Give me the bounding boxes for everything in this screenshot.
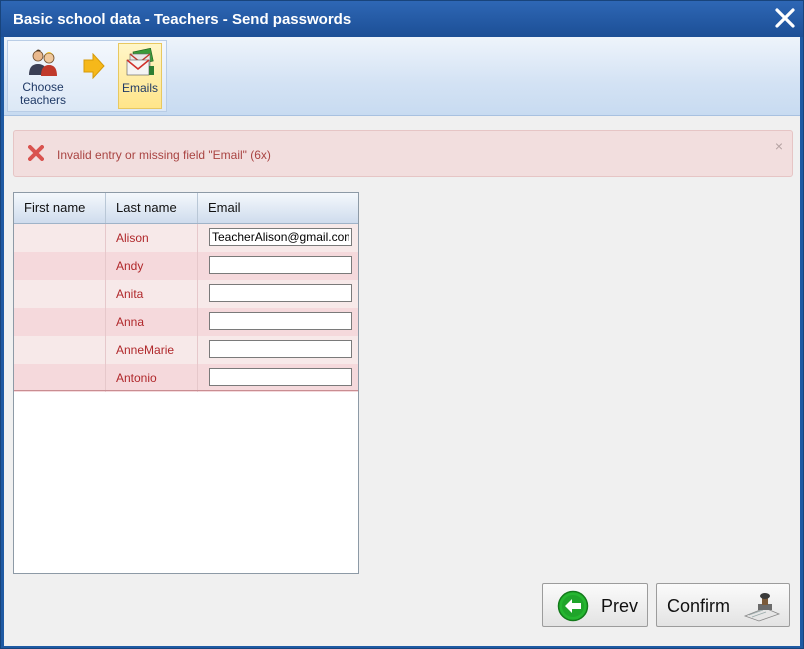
- table-row: Anna: [14, 308, 358, 336]
- email-input[interactable]: [209, 312, 352, 330]
- table-row: Andy: [14, 252, 358, 280]
- arrow-right-icon: [82, 52, 106, 84]
- back-arrow-icon: [557, 590, 589, 627]
- stamp-icon: [743, 590, 781, 627]
- last-name-cell: Alison: [106, 224, 198, 252]
- step-label-emails: Emails: [121, 81, 158, 95]
- dialog-window: Basic school data - Teachers - Send pass…: [0, 0, 804, 649]
- first-name-cell: [14, 336, 106, 364]
- emails-icon: [119, 47, 161, 81]
- last-name-cell: AnneMarie: [106, 336, 198, 364]
- table-row: Anita: [14, 280, 358, 308]
- email-cell: [198, 308, 358, 336]
- prev-button[interactable]: Prev: [542, 583, 648, 627]
- step-emails[interactable]: Emails: [118, 43, 162, 109]
- alert-message: Invalid entry or missing field "Email" (…: [57, 148, 271, 162]
- teachers-email-grid: First name Last name Email Alison Andy A…: [13, 192, 359, 574]
- email-input[interactable]: [209, 256, 352, 274]
- close-icon[interactable]: [773, 5, 797, 31]
- last-name-cell: Anna: [106, 308, 198, 336]
- email-cell: [198, 364, 358, 392]
- error-x-icon: [28, 145, 44, 166]
- last-name-cell: Anita: [106, 280, 198, 308]
- confirm-button[interactable]: Confirm: [656, 583, 790, 627]
- title-bar: Basic school data - Teachers - Send pass…: [1, 1, 803, 37]
- grid-rows-divider: [14, 390, 358, 391]
- step-label-line1: Choose: [22, 80, 64, 94]
- first-name-cell: [14, 280, 106, 308]
- email-input[interactable]: [209, 340, 352, 358]
- wizard-toolbar: Choose teachers Emails: [4, 37, 800, 116]
- step-choose-teachers[interactable]: Choose teachers: [12, 43, 74, 109]
- table-row: Alison: [14, 224, 358, 252]
- column-header-last-name[interactable]: Last name: [106, 193, 198, 223]
- error-alert: Invalid entry or missing field "Email" (…: [13, 130, 793, 177]
- alert-close-button[interactable]: ×: [775, 138, 783, 154]
- first-name-cell: [14, 364, 106, 392]
- email-cell: [198, 280, 358, 308]
- wizard-steps: Choose teachers Emails: [7, 40, 167, 112]
- window-title: Basic school data - Teachers - Send pass…: [13, 11, 352, 28]
- table-row: Antonio: [14, 364, 358, 392]
- last-name-cell: Andy: [106, 252, 198, 280]
- teachers-icon: [12, 47, 74, 80]
- grid-header: First name Last name Email: [14, 193, 358, 224]
- column-header-first-name[interactable]: First name: [14, 193, 106, 223]
- first-name-cell: [14, 308, 106, 336]
- email-cell: [198, 252, 358, 280]
- email-cell: [198, 224, 358, 252]
- table-row: AnneMarie: [14, 336, 358, 364]
- main-content: Invalid entry or missing field "Email" (…: [4, 116, 800, 646]
- column-header-email[interactable]: Email: [198, 193, 358, 223]
- first-name-cell: [14, 224, 106, 252]
- prev-label: Prev: [601, 596, 639, 616]
- email-input[interactable]: [209, 368, 352, 386]
- email-input[interactable]: [209, 228, 352, 246]
- email-input[interactable]: [209, 284, 352, 302]
- first-name-cell: [14, 252, 106, 280]
- last-name-cell: Antonio: [106, 364, 198, 392]
- confirm-label: Confirm: [667, 596, 731, 616]
- email-cell: [198, 336, 358, 364]
- step-label-line2: teachers: [19, 93, 67, 107]
